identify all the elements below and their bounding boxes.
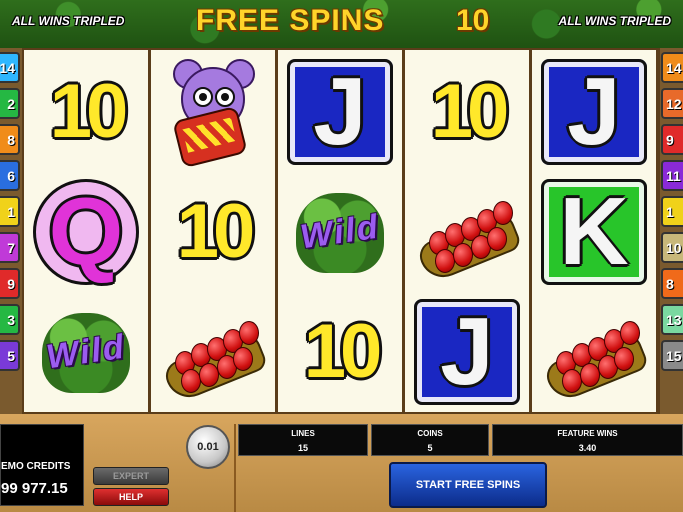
coins-value: 5	[427, 443, 433, 453]
coins-display: COINS 5	[371, 424, 489, 456]
right-line-marker[interactable]: 15	[661, 340, 683, 371]
lines-label: LINES	[291, 429, 315, 438]
berry-icon	[620, 321, 640, 345]
control-panel: EMO CREDITS 99 977.15 EXPERT HELP 0.01 L…	[0, 414, 683, 512]
berry-icon	[199, 363, 219, 387]
k-symbol-plate: K	[541, 179, 647, 285]
feature-wins-display: FEATURE WINS 3.40	[492, 424, 683, 456]
j-symbol: J	[440, 298, 494, 405]
reel-cell: 10	[405, 52, 529, 172]
left-line-markers: 14 2 8 6 1 7 9 3 5	[0, 52, 20, 376]
right-line-marker[interactable]: 13	[661, 304, 683, 335]
left-line-marker[interactable]: 2	[0, 88, 20, 119]
right-line-markers: 14 12 9 11 1 10 8 13 15	[661, 52, 683, 376]
reel-cell: J	[278, 52, 402, 172]
lines-display: LINES 15	[238, 424, 368, 456]
berry-icon	[487, 227, 507, 251]
right-line-marker[interactable]: 12	[661, 88, 683, 119]
k-symbol: K	[559, 178, 629, 285]
wild-symbol: Wild	[36, 307, 136, 397]
left-line-marker[interactable]: 9	[0, 268, 20, 299]
reel-cell: J	[532, 52, 656, 172]
right-line-marker[interactable]: 1	[661, 196, 683, 227]
panel-divider	[234, 424, 236, 512]
q-symbol-plate: Q	[33, 179, 139, 285]
ten-symbol: 10	[303, 309, 383, 394]
eye-icon	[215, 87, 235, 107]
reel: 10	[151, 50, 275, 412]
left-line-marker[interactable]: 14	[0, 52, 20, 83]
left-line-marker[interactable]: 3	[0, 304, 20, 335]
left-line-marker[interactable]: 7	[0, 232, 20, 263]
left-line-marker[interactable]: 1	[0, 196, 20, 227]
berry-icon	[562, 369, 582, 393]
free-spins-count: 10	[456, 4, 490, 37]
berry-icon	[453, 243, 473, 267]
reel-cell	[532, 292, 656, 412]
all-wins-tripled-right: ALL WINS TRIPLED	[558, 14, 671, 28]
berry-icon	[181, 369, 201, 393]
reel-cell: 10	[24, 52, 148, 172]
left-line-marker[interactable]: 5	[0, 340, 20, 371]
berry-icon	[493, 201, 513, 225]
top-banner: ALL WINS TRIPLED FREE SPINS 10 ALL WINS …	[0, 0, 683, 48]
berry-icon	[435, 249, 455, 273]
berry-icon	[239, 321, 259, 345]
all-wins-tripled-left: ALL WINS TRIPLED	[12, 14, 125, 28]
lines-value: 15	[297, 443, 308, 453]
wild-symbol: Wild	[290, 187, 390, 277]
j-symbol: J	[313, 58, 367, 165]
reel-cell: J	[405, 292, 529, 412]
reel-cell: K	[532, 172, 656, 292]
reel-area: 10 Q Wild 10 J Wild 10 10 J J K	[22, 48, 660, 414]
reel: J Wild 10	[278, 50, 402, 412]
left-line-marker[interactable]: 8	[0, 124, 20, 155]
coin-size-button[interactable]: 0.01	[186, 425, 230, 469]
feature-wins-value: 3.40	[578, 443, 597, 453]
berry-icon	[233, 347, 253, 371]
right-line-marker[interactable]: 11	[661, 160, 683, 191]
reel-cell	[405, 172, 529, 292]
bushbaby-drum-symbol	[163, 57, 263, 169]
reel-cell: 10	[151, 172, 275, 292]
right-line-marker[interactable]: 14	[661, 52, 683, 83]
j-symbol: J	[567, 58, 621, 165]
reel: 10 Q Wild	[24, 50, 148, 412]
coins-label: COINS	[417, 429, 443, 438]
reel: JK	[532, 50, 656, 412]
reel-cell	[151, 52, 275, 172]
credits-label: EMO CREDITS	[1, 461, 71, 472]
right-line-marker[interactable]: 9	[661, 124, 683, 155]
berry-icon	[580, 363, 600, 387]
eye-icon	[193, 87, 213, 107]
reel-cell: Q	[24, 172, 148, 292]
j-symbol-plate: J	[541, 59, 647, 165]
credits-display: EMO CREDITS 99 977.15	[0, 424, 84, 506]
drum-icon	[172, 105, 248, 169]
help-button[interactable]: HELP	[93, 488, 169, 506]
ten-symbol: 10	[49, 69, 129, 154]
feature-wins-label: FEATURE WINS	[557, 429, 618, 438]
right-line-marker[interactable]: 8	[661, 268, 683, 299]
expert-button[interactable]: EXPERT	[93, 467, 169, 485]
berry-icon	[614, 347, 634, 371]
chili-pod-symbol	[542, 307, 650, 405]
right-line-marker[interactable]: 10	[661, 232, 683, 263]
chili-pod-symbol	[161, 307, 269, 405]
q-symbol: Q	[48, 178, 124, 285]
credits-value: 99 977.15	[1, 480, 68, 497]
chili-pod-symbol	[415, 187, 523, 285]
reel-cell	[151, 292, 275, 412]
start-free-spins-button[interactable]: START FREE SPINS	[389, 462, 547, 508]
j-symbol-plate: J	[287, 59, 393, 165]
ten-symbol: 10	[176, 189, 256, 274]
reel-cell: 10	[278, 292, 402, 412]
ten-symbol: 10	[430, 69, 510, 154]
free-spins-title: FREE SPINS	[196, 4, 385, 37]
j-symbol-plate: J	[414, 299, 520, 405]
reel: 10 J	[405, 50, 529, 412]
reel-cell: Wild	[278, 172, 402, 292]
reel-cell: Wild	[24, 292, 148, 412]
left-line-marker[interactable]: 6	[0, 160, 20, 191]
